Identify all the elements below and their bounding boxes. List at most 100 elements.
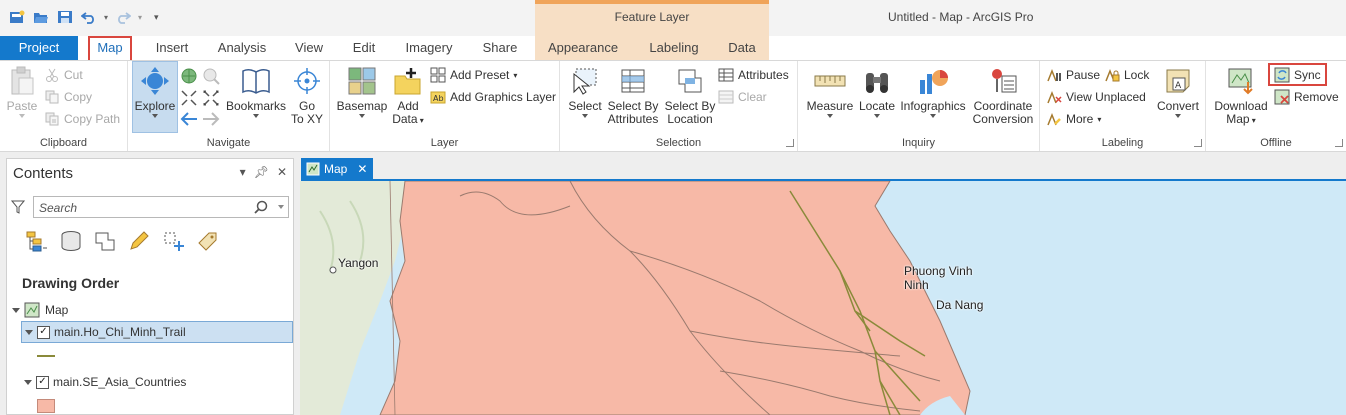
explore-dropdown-icon <box>152 114 158 118</box>
zoom-out-fixed-icon[interactable] <box>202 89 220 110</box>
list-by-selection-icon[interactable] <box>93 229 117 253</box>
layer-visibility-checkbox[interactable]: ✓ <box>37 325 50 339</box>
clear-label: Clear <box>738 90 767 104</box>
pin-icon[interactable]: 📌︎ <box>254 165 269 179</box>
select-by-attributes-icon <box>617 65 649 97</box>
more-button[interactable]: More ▾ <box>1046 109 1101 129</box>
undo-dropdown-icon[interactable]: ▾ <box>104 13 108 22</box>
tab-analysis[interactable]: Analysis <box>214 36 270 60</box>
expand-layer-icon[interactable] <box>24 379 32 385</box>
tab-edit[interactable]: Edit <box>348 36 380 60</box>
view-unplaced-icon <box>1046 89 1062 105</box>
download-map-label-1: Download <box>1214 99 1268 113</box>
tab-imagery[interactable]: Imagery <box>400 36 458 60</box>
previous-extent-icon[interactable] <box>180 111 198 130</box>
search-placeholder: Search <box>39 201 78 215</box>
polygon-symbol-swatch[interactable] <box>37 399 55 413</box>
tab-appearance[interactable]: Appearance <box>544 36 622 60</box>
selection-group: Select Select By Attributes Select By Lo… <box>560 61 798 151</box>
ribbon-tabs: Project Map Insert Analysis View Edit Im… <box>0 36 1346 60</box>
bookmarks-button[interactable]: Bookmarks <box>224 65 288 118</box>
save-project-icon[interactable] <box>56 9 74 25</box>
select-by-location-button[interactable]: Select By Location <box>662 65 718 126</box>
filter-icon[interactable] <box>10 199 26 218</box>
remove-button[interactable]: Remove <box>1274 87 1339 107</box>
download-map-dropdown-icon: ▾ <box>1249 116 1256 125</box>
map-tab-icon <box>306 162 320 176</box>
map-graphic <box>300 181 1346 415</box>
tab-share[interactable]: Share <box>478 36 522 60</box>
lock-button[interactable]: Lock <box>1104 65 1149 85</box>
expand-map-icon[interactable] <box>12 307 20 313</box>
add-graphics-layer-button[interactable]: Ab Add Graphics Layer <box>430 87 556 107</box>
undo-icon[interactable] <box>80 9 98 25</box>
new-project-icon[interactable] <box>8 9 26 25</box>
select-by-attributes-button[interactable]: Select By Attributes <box>604 65 662 126</box>
map-tab-label: Map <box>324 161 348 176</box>
layer-row-ho-chi-minh-trail[interactable]: ✓ main.Ho_Chi_Minh_Trail <box>21 321 293 343</box>
line-symbol-swatch[interactable] <box>37 355 55 357</box>
expand-layer-icon[interactable] <box>25 329 33 335</box>
download-map-button[interactable]: Download Map ▾ <box>1212 65 1270 127</box>
map-canvas[interactable]: Yangon Phuong Vinh Ninh Da Nang <box>300 181 1346 415</box>
add-data-button[interactable]: Add Data ▾ <box>388 65 428 127</box>
tab-view[interactable]: View <box>290 36 328 60</box>
pane-controls: ▾ 📌︎ ✕ <box>240 165 287 179</box>
pause-label: Pause <box>1066 68 1101 82</box>
select-by-location-label-1: Select By <box>664 99 716 113</box>
contents-search-input[interactable]: Search <box>33 196 289 218</box>
layer-row-se-asia-countries[interactable]: ✓ main.SE_Asia_Countries <box>21 371 186 393</box>
drawing-order-heading: Drawing Order <box>22 275 120 291</box>
copy-icon <box>44 89 60 105</box>
add-preset-label: Add Preset <box>450 68 510 82</box>
tab-map[interactable]: Map <box>88 36 132 60</box>
locate-button[interactable]: Locate <box>856 65 898 118</box>
layer-visibility-checkbox[interactable]: ✓ <box>36 375 49 389</box>
contents-title: Contents <box>13 165 74 182</box>
clipboard-group-label: Clipboard <box>39 137 88 149</box>
add-data-label-2: Data <box>392 112 418 126</box>
list-by-editing-icon[interactable] <box>127 229 151 253</box>
search-icon[interactable] <box>254 200 268 217</box>
basemap-icon <box>346 65 378 97</box>
attributes-icon <box>718 67 734 83</box>
selection-group-label: Selection <box>655 137 702 149</box>
pane-options-icon[interactable]: ▾ <box>240 165 246 179</box>
select-by-attributes-label-1: Select By <box>607 99 659 113</box>
select-by-attributes-label-2: Attributes <box>607 112 659 126</box>
convert-button[interactable]: A Convert <box>1154 65 1202 118</box>
customize-toolbar-icon[interactable]: ▾ <box>154 12 159 23</box>
explore-button[interactable]: Explore <box>133 65 177 118</box>
full-extent-icon[interactable] <box>180 67 198 88</box>
pause-button[interactable]: Pause <box>1046 65 1100 85</box>
open-project-icon[interactable] <box>32 9 50 25</box>
coordinate-conversion-button[interactable]: Coordinate Conversion <box>970 65 1036 126</box>
measure-button[interactable]: Measure <box>804 65 856 118</box>
tab-insert[interactable]: Insert <box>150 36 194 60</box>
add-preset-button[interactable]: Add Preset ▾ <box>430 65 517 85</box>
map-tree-node[interactable]: Map <box>9 299 68 321</box>
list-by-labeling-icon[interactable] <box>195 229 219 253</box>
select-button[interactable]: Select <box>566 65 604 118</box>
zoom-in-fixed-icon[interactable] <box>180 89 198 110</box>
close-pane-icon[interactable]: ✕ <box>277 165 287 179</box>
clipboard-group: Paste Cut Copy Copy Path Clipboard <box>0 61 128 151</box>
list-by-drawing-order-icon[interactable] <box>25 229 49 253</box>
go-to-xy-button[interactable]: Go To XY <box>288 65 326 126</box>
infographics-button[interactable]: Infographics <box>898 65 968 118</box>
list-by-data-source-icon[interactable] <box>59 229 83 253</box>
basemap-button[interactable]: Basemap <box>336 65 388 118</box>
list-by-snapping-icon[interactable] <box>161 229 185 253</box>
search-options-icon[interactable] <box>278 205 284 209</box>
attributes-button[interactable]: Attributes <box>718 65 789 85</box>
window-title: Untitled - Map - ArcGIS Pro <box>888 10 1034 24</box>
paste-button: Paste <box>4 65 40 118</box>
tab-data[interactable]: Data <box>724 36 760 60</box>
offline-group-label: Offline <box>1260 137 1292 149</box>
map-view-tab[interactable]: Map ✕ <box>301 158 373 179</box>
tab-project[interactable]: Project <box>0 36 78 60</box>
tab-labeling[interactable]: Labeling <box>642 36 706 60</box>
coordinate-conversion-label-2: Conversion <box>972 112 1034 126</box>
view-unplaced-button[interactable]: View Unplaced <box>1046 87 1146 107</box>
close-map-tab-icon[interactable]: ✕ <box>357 162 367 176</box>
